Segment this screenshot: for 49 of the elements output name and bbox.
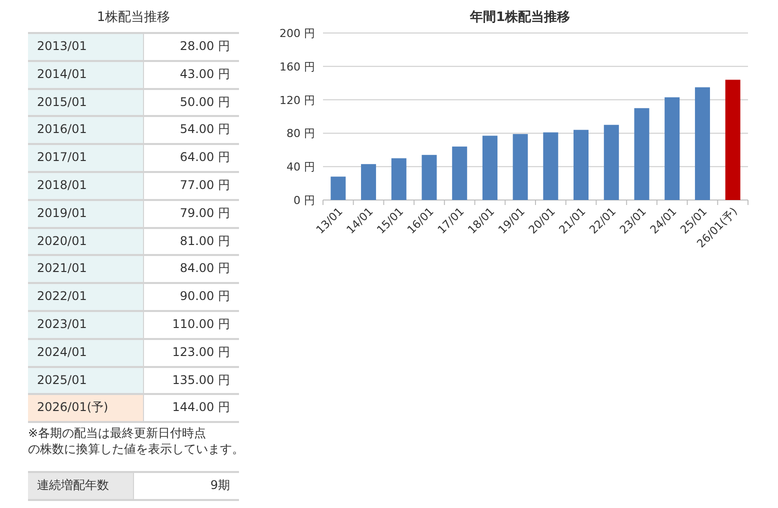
period-cell: 2016/01 [28, 117, 144, 144]
period-cell: 2026/01(予) [28, 395, 144, 422]
amount-cell-text: 28.00 円 [178, 38, 231, 55]
amount-cell-text: 90.00 円 [178, 288, 231, 306]
amount-cell-text: 43.00 円 [178, 66, 231, 83]
note-text: の株数に換算した値を表示しています。 [28, 441, 239, 458]
amount-cell-text: 84.00 円 [178, 260, 231, 278]
period-cell: 2019/01 [28, 200, 144, 227]
bar [422, 154, 437, 200]
y-axis-label: 200 円 [280, 27, 315, 40]
amount-cell-text: 64.00 円 [178, 149, 231, 166]
y-axis-label: 120 円 [280, 94, 315, 107]
bar [361, 164, 376, 200]
amount-cell-text: 79.00 円 [178, 204, 231, 222]
bar [452, 146, 468, 200]
period-cell: 2015/01 [28, 90, 144, 116]
period-cell: 2025/01 [28, 368, 144, 394]
period-cell: 2014/01 [28, 62, 144, 88]
bar [543, 132, 558, 200]
amount-cell-text: 110.00 円 [171, 316, 231, 333]
y-axis-label: 160 円 [280, 60, 315, 74]
y-axis-label: 40 円 [286, 160, 315, 174]
y-axis-label: 0 円 [294, 194, 315, 207]
bar [482, 136, 498, 200]
period-cell: 2018/01 [28, 172, 144, 199]
streak-label-cell: 連続増配年数 [28, 473, 134, 499]
period-cell: 2022/01 [28, 284, 144, 310]
note-text: ※各期の配当は最終更新日付時点 [28, 425, 208, 442]
amount-cell-text: 77.00 円 [178, 176, 231, 194]
period-cell: 2023/01 [28, 312, 144, 338]
period-cell: 2021/01 [28, 256, 144, 282]
period-cell: 2020/01 [28, 228, 144, 254]
amount-cell-text: 144.00 円 [171, 399, 231, 416]
amount-cell-text: 81.00 円 [178, 232, 231, 250]
bar [391, 158, 406, 200]
bar [574, 130, 589, 200]
streak-value-cell-text: 9期 [209, 477, 231, 494]
amount-cell-text: 123.00 円 [171, 344, 231, 361]
chart-title: 年間1株配当推移 [470, 10, 570, 25]
bar [330, 176, 346, 200]
y-axis-label: 80 円 [286, 127, 315, 140]
amount-cell-text: 54.00 円 [178, 121, 231, 138]
amount-cell-text: 50.00 円 [178, 94, 231, 111]
period-cell: 2017/01 [28, 145, 144, 171]
bar [512, 134, 528, 200]
period-cell: 2013/01 [28, 34, 144, 60]
amount-cell-text: 135.00 円 [171, 372, 231, 389]
period-cell: 2024/01 [28, 340, 144, 366]
table-title: 1株配当推移 [96, 9, 172, 27]
